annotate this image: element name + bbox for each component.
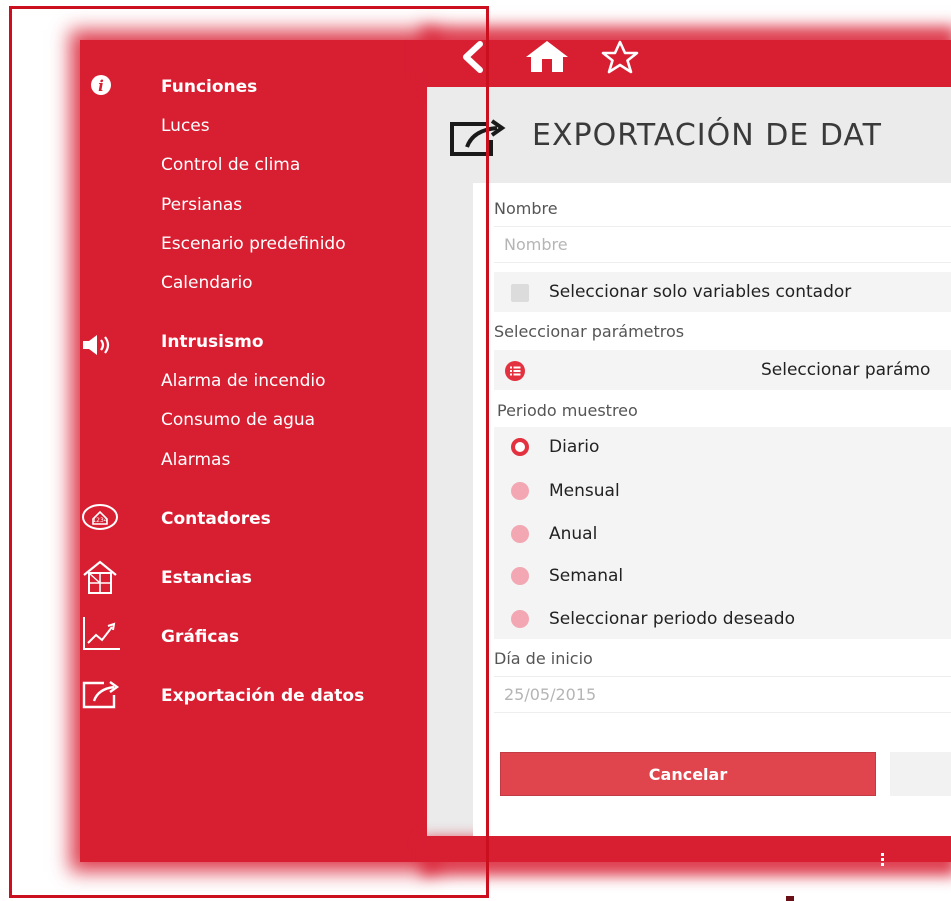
periodo-option-label: Semanal <box>549 566 624 586</box>
back-icon[interactable] <box>456 40 490 78</box>
sidebar-item-contadores[interactable]: Contadores <box>161 509 271 529</box>
periodo-option-mensual[interactable]: Mensual <box>494 469 951 512</box>
contador-checkbox-row[interactable]: Seleccionar solo variables contador <box>494 272 951 312</box>
periodo-option-label: Anual <box>549 524 598 544</box>
sidebar-item-control-clima[interactable]: Control de clima <box>161 155 300 175</box>
periodo-option-label: Seleccionar periodo deseado <box>549 609 795 629</box>
info-icon: i <box>80 75 118 113</box>
sidebar-item-graficas[interactable]: Gráficas <box>161 627 239 647</box>
cancel-button[interactable]: Cancelar <box>500 752 876 796</box>
sidebar-item-alarmas[interactable]: Alarmas <box>161 450 230 470</box>
sidebar-item-calendario[interactable]: Calendario <box>161 273 253 293</box>
radio-diario[interactable] <box>511 438 529 456</box>
list-icon <box>504 360 526 386</box>
nombre-placeholder: Nombre <box>504 235 568 254</box>
svg-text:i: i <box>98 77 104 95</box>
rooms-icon <box>80 558 118 596</box>
sidebar-item-exportacion[interactable]: Exportación de datos <box>161 686 364 706</box>
sidebar-item-persianas[interactable]: Persianas <box>161 195 242 215</box>
sidebar-item-luces[interactable]: Luces <box>161 116 210 136</box>
parametros-button-label: Seleccionar parámo <box>761 360 931 380</box>
svg-text:1234: 1234 <box>92 517 107 524</box>
bottom-bar <box>427 836 951 862</box>
inicio-label: Día de inicio <box>494 649 593 668</box>
radio-deseado[interactable] <box>511 610 529 628</box>
top-bar <box>427 40 951 87</box>
chart-icon <box>80 615 120 653</box>
inicio-date-field[interactable]: 25/05/2015 <box>494 676 951 713</box>
more-options-icon[interactable] <box>881 853 884 868</box>
inicio-value: 25/05/2015 <box>504 685 597 704</box>
sidebar-item-estancias[interactable]: Estancias <box>161 568 252 588</box>
export-icon <box>447 116 521 164</box>
page-title: EXPORTACIÓN DE DAT <box>532 118 882 153</box>
radio-anual[interactable] <box>511 525 529 543</box>
parametros-button[interactable]: Seleccionar parámo <box>494 350 951 390</box>
periodo-option-deseado[interactable]: Seleccionar periodo deseado <box>494 597 951 639</box>
parametros-label: Seleccionar parámetros <box>494 322 685 341</box>
export-icon <box>80 677 120 715</box>
sidebar-item-alarma-incendio[interactable]: Alarma de incendio <box>161 371 326 391</box>
periodo-option-label: Diario <box>549 437 600 457</box>
sidebar-item-escenario[interactable]: Escenario predefinido <box>161 234 346 254</box>
secondary-button[interactable] <box>890 752 951 796</box>
sidebar-item-funciones[interactable]: Funciones <box>161 77 257 97</box>
star-icon[interactable] <box>598 40 642 78</box>
periodo-option-semanal[interactable]: Semanal <box>494 554 951 597</box>
meter-icon: 1234 <box>80 500 118 538</box>
periodo-option-diario[interactable]: Diario <box>494 427 951 469</box>
contador-checkbox[interactable] <box>511 284 529 302</box>
periodo-option-label: Mensual <box>549 481 620 501</box>
periodo-option-anual[interactable]: Anual <box>494 512 951 554</box>
nombre-field[interactable]: Nombre <box>494 226 951 263</box>
speaker-icon <box>80 333 118 371</box>
radio-mensual[interactable] <box>511 482 529 500</box>
home-icon[interactable] <box>524 38 570 78</box>
sidebar-nav: i Funciones Luces Control de clima Persi… <box>80 40 427 862</box>
sidebar-item-intrusismo[interactable]: Intrusismo <box>161 332 264 352</box>
decorative-mark <box>786 896 794 901</box>
periodo-label: Periodo muestreo <box>497 401 638 420</box>
radio-semanal[interactable] <box>511 567 529 585</box>
contador-checkbox-label: Seleccionar solo variables contador <box>549 282 852 302</box>
sidebar-item-consumo-agua[interactable]: Consumo de agua <box>161 410 315 430</box>
nombre-label: Nombre <box>494 199 558 218</box>
